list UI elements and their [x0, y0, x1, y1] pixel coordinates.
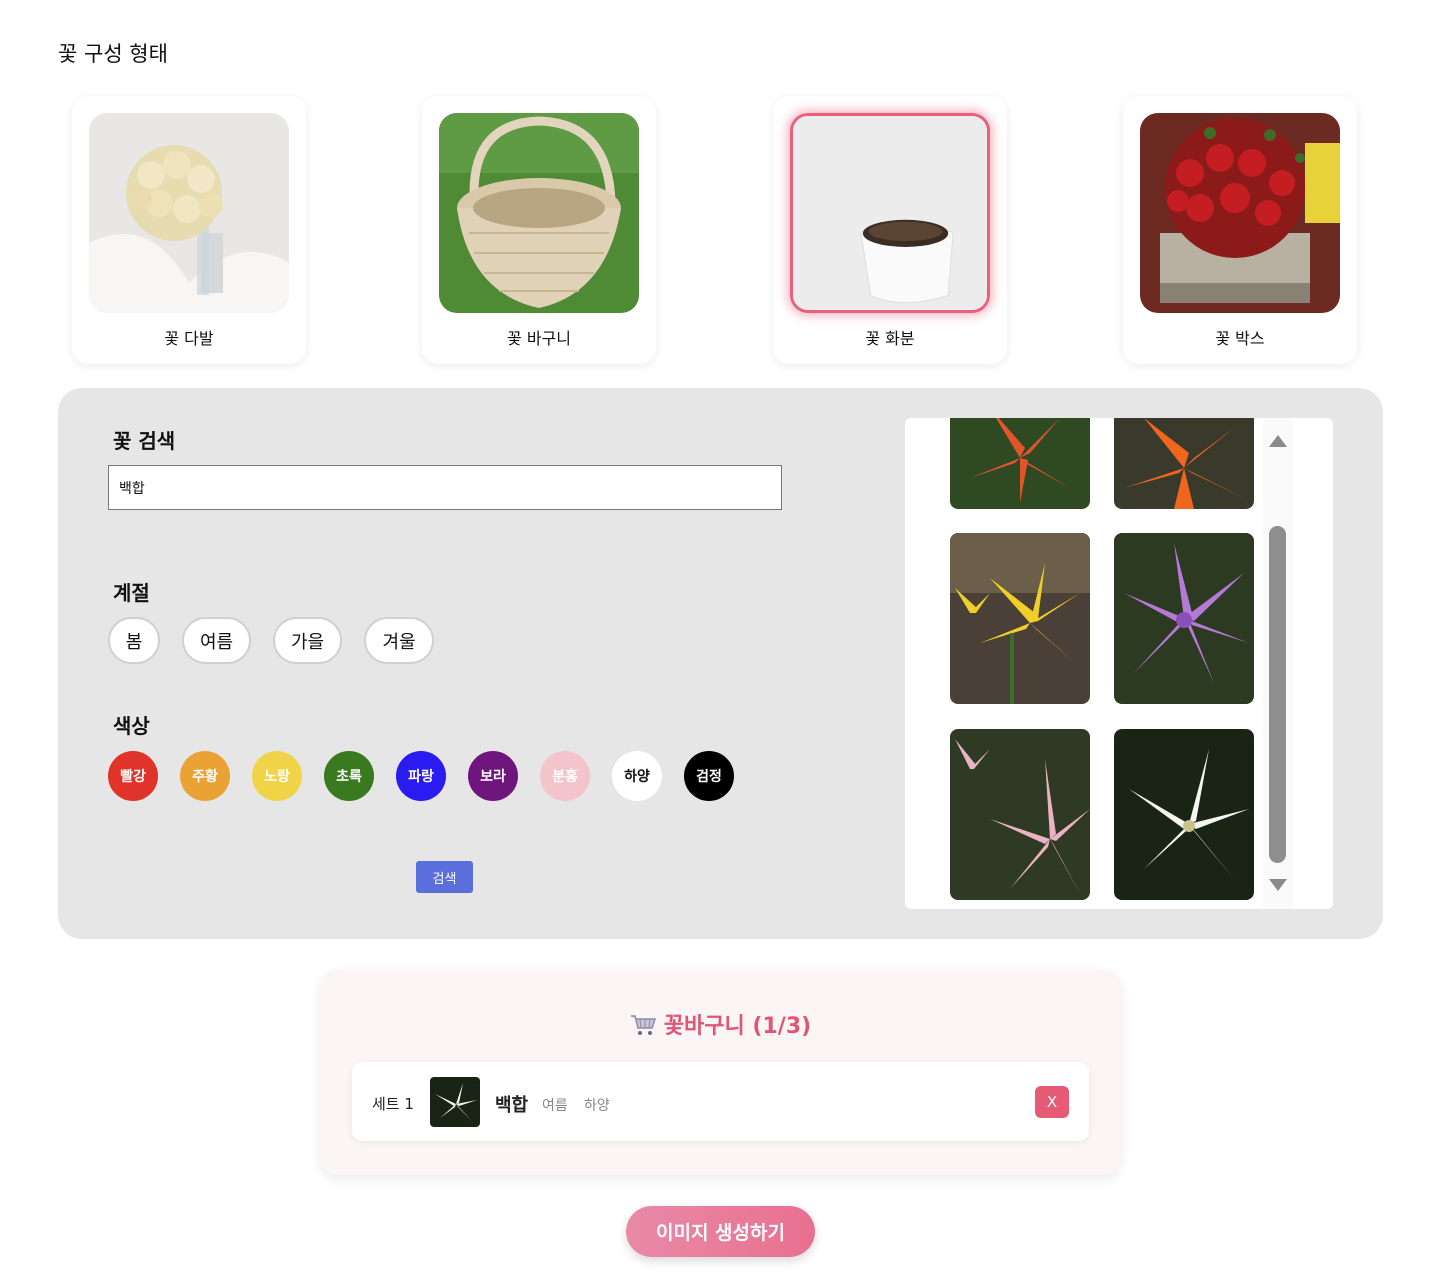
type-card-box[interactable]: 꽃 박스	[1123, 96, 1357, 364]
search-panel: 꽃 검색 계절 봄 여름 가을 겨울 색상 빨강 주황 노랑 초록 파랑 보라 분홍 하양 검정…	[58, 388, 1383, 939]
color-chip-4[interactable]: 파랑	[396, 751, 446, 801]
color-label: 색상	[113, 714, 150, 738]
rose-box-image	[1140, 113, 1340, 313]
type-card-bouquet[interactable]: 꽃 다발	[72, 96, 306, 364]
result-image-pink-lily[interactable]	[950, 729, 1090, 900]
result-image-orange-lily-1[interactable]	[950, 418, 1090, 509]
color-chip-6[interactable]: 분홍	[540, 751, 590, 801]
wicker-basket-image	[439, 113, 639, 313]
color-chip-5[interactable]: 보라	[468, 751, 518, 801]
cart-title: 꽃바구니 (1/3)	[320, 1008, 1121, 1042]
cart-item: 세트 1 백합 여름 하양 X	[352, 1062, 1089, 1141]
search-input[interactable]	[108, 465, 782, 510]
results-grid	[905, 418, 1333, 909]
season-label: 계절	[113, 581, 150, 605]
scroll-up-arrow-icon[interactable]	[1269, 435, 1287, 447]
result-image-orange-lily-2[interactable]	[1114, 418, 1254, 509]
color-chip-1[interactable]: 주황	[180, 751, 230, 801]
rose-bouquet-image	[89, 113, 289, 313]
cart-title-text: 꽃바구니 (1/3)	[663, 1014, 812, 1039]
cart-item-set: 세트 1	[372, 1095, 414, 1113]
color-chip-0[interactable]: 빨강	[108, 751, 158, 801]
result-image-white-lily[interactable]	[1114, 729, 1254, 900]
white-pot-image	[790, 113, 990, 313]
type-card-basket[interactable]: 꽃 바구니	[422, 96, 656, 364]
scroll-down-arrow-icon[interactable]	[1269, 879, 1287, 891]
result-image-yellow-lily[interactable]	[950, 533, 1090, 704]
cart-icon	[630, 1014, 656, 1042]
color-chip-8[interactable]: 검정	[684, 751, 734, 801]
cart-item-name: 백합	[495, 1095, 529, 1116]
section-title: 꽃 구성 형태	[58, 42, 168, 66]
cart-item-color: 하양	[584, 1098, 610, 1114]
cart-item-image	[430, 1077, 480, 1127]
remove-item-button[interactable]: X	[1035, 1086, 1069, 1118]
search-label: 꽃 검색	[113, 429, 176, 453]
season-button-winter[interactable]: 겨울	[364, 617, 434, 664]
season-button-spring[interactable]: 봄	[108, 617, 160, 664]
color-chip-7[interactable]: 하양	[612, 751, 662, 801]
color-chip-2[interactable]: 노랑	[252, 751, 302, 801]
type-label: 꽃 박스	[1215, 329, 1265, 348]
results-scrollbar[interactable]	[1263, 418, 1293, 909]
generate-image-button[interactable]: 이미지 생성하기	[626, 1206, 815, 1257]
cart-panel: 꽃바구니 (1/3) 세트 1 백합 여름 하양 X	[320, 970, 1121, 1175]
color-chip-3[interactable]: 초록	[324, 751, 374, 801]
type-label: 꽃 화분	[865, 329, 915, 348]
season-button-autumn[interactable]: 가을	[273, 617, 342, 664]
cart-item-season: 여름	[542, 1098, 568, 1114]
scroll-thumb[interactable]	[1269, 526, 1286, 863]
search-button[interactable]: 검색	[416, 861, 473, 893]
result-image-purple-lily[interactable]	[1114, 533, 1254, 704]
type-label: 꽃 바구니	[507, 329, 571, 348]
type-card-pot[interactable]: 꽃 화분	[773, 96, 1007, 364]
season-button-summer[interactable]: 여름	[182, 617, 251, 664]
type-label: 꽃 다발	[164, 329, 214, 348]
